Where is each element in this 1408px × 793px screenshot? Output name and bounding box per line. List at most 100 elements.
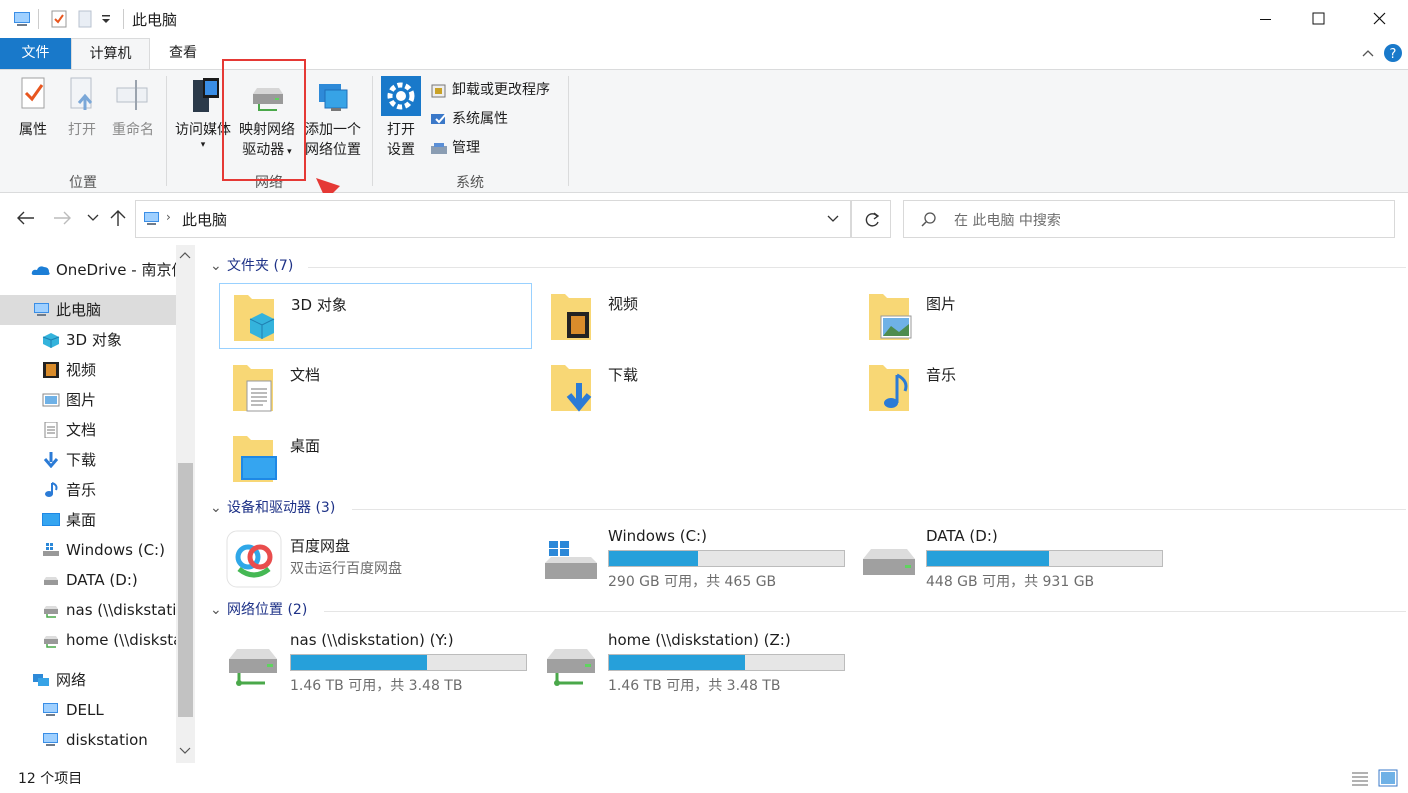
- system-properties-button[interactable]: 系统属性: [430, 109, 508, 129]
- nav-item-network[interactable]: 网络: [0, 665, 176, 695]
- scroll-down-icon[interactable]: [179, 747, 191, 755]
- document-icon: [42, 422, 60, 438]
- folder-tile-downloads[interactable]: 下载: [537, 354, 850, 420]
- drive-d-usage-bar: [926, 550, 1163, 567]
- nav-item-dell[interactable]: DELL: [0, 695, 176, 725]
- home-usage-bar: [608, 654, 845, 671]
- folder-tile-pictures[interactable]: 图片: [855, 283, 1168, 349]
- nav-item-this-pc[interactable]: 此电脑: [0, 295, 176, 325]
- network-drive-icon: [42, 602, 60, 618]
- drive-tile-c[interactable]: Windows (C:) 290 GB 可用，共 465 GB: [537, 525, 850, 597]
- open-settings-button[interactable]: 打开 设置: [378, 76, 424, 160]
- windows-drive-icon: [543, 539, 601, 585]
- section-header-devices[interactable]: ⌄ 设备和驱动器 (3): [210, 498, 335, 518]
- breadcrumb-chevron-icon[interactable]: ›: [166, 210, 171, 224]
- refresh-icon: [863, 211, 881, 229]
- manage-button[interactable]: 管理: [430, 138, 480, 158]
- computer-icon: [42, 702, 60, 718]
- device-tile-baidu-netdisk[interactable]: 百度网盘 双击运行百度网盘: [219, 525, 532, 591]
- search-box[interactable]: 在 此电脑 中搜索: [903, 200, 1395, 238]
- nas-usage-bar: [290, 654, 527, 671]
- nav-item-videos[interactable]: 视频: [0, 355, 176, 385]
- address-pc-icon: [143, 211, 161, 227]
- address-dropdown-icon[interactable]: [826, 214, 840, 224]
- tab-computer[interactable]: 计算机: [71, 38, 150, 71]
- download-arrow-icon: [42, 452, 60, 468]
- tab-view[interactable]: 查看: [152, 38, 214, 70]
- system-properties-icon: [430, 111, 448, 129]
- customize-quick-access-icon[interactable]: [100, 13, 112, 25]
- section-collapse-icon[interactable]: ⌄: [210, 600, 227, 620]
- large-icons-view-icon[interactable]: [1378, 769, 1398, 787]
- nav-item-downloads[interactable]: 下载: [0, 445, 176, 475]
- folder-download-icon: [547, 359, 597, 415]
- music-note-icon: [42, 482, 60, 498]
- section-collapse-icon[interactable]: ⌄: [210, 498, 227, 518]
- nav-item-documents[interactable]: 文档: [0, 415, 176, 445]
- search-icon: [920, 211, 938, 229]
- open-button[interactable]: 打开: [60, 76, 104, 140]
- address-bar[interactable]: › 此电脑: [135, 200, 851, 238]
- nav-item-drive-d[interactable]: DATA (D:): [0, 565, 176, 595]
- drive-tile-d[interactable]: DATA (D:) 448 GB 可用，共 931 GB: [855, 525, 1168, 597]
- nav-item-drive-c[interactable]: Windows (C:): [0, 535, 176, 565]
- nav-item-music[interactable]: 音乐: [0, 475, 176, 505]
- close-button[interactable]: [1352, 0, 1408, 38]
- window-title: 此电脑: [132, 11, 178, 29]
- nav-item-3d-objects[interactable]: 3D 对象: [0, 325, 176, 355]
- 3d-objects-icon: [42, 332, 60, 348]
- folder-desktop-icon: [229, 430, 279, 486]
- section-collapse-icon[interactable]: ⌄: [210, 256, 227, 276]
- nav-item-pictures[interactable]: 图片: [0, 385, 176, 415]
- nav-scrollbar-thumb[interactable]: [178, 463, 193, 717]
- tab-file[interactable]: 文件: [0, 38, 71, 70]
- media-server-icon: [183, 76, 223, 116]
- recent-locations-icon[interactable]: [86, 213, 100, 223]
- forward-icon[interactable]: [52, 210, 74, 226]
- title-bar: 此电脑: [0, 0, 1408, 38]
- rename-button[interactable]: 重命名: [106, 76, 160, 140]
- folder-tile-documents[interactable]: 文档: [219, 354, 532, 420]
- nav-scrollbar[interactable]: [176, 245, 195, 763]
- onedrive-cloud-icon: [31, 262, 50, 278]
- up-icon[interactable]: [108, 208, 128, 228]
- add-network-location-button[interactable]: 添加一个 网络位置: [300, 76, 366, 160]
- network-drive-tile-home[interactable]: home (\\diskstation) (Z:) 1.46 TB 可用，共 3…: [537, 627, 850, 699]
- network-drive-tile-nas[interactable]: nas (\\diskstation) (Y:) 1.46 TB 可用，共 3.…: [219, 627, 532, 699]
- folder-tile-music[interactable]: 音乐: [855, 354, 1168, 420]
- nav-item-onedrive[interactable]: OneDrive - 南京信: [0, 255, 176, 285]
- properties-button[interactable]: 属性: [8, 76, 58, 140]
- details-view-icon[interactable]: [1350, 770, 1370, 786]
- nav-item-diskstation[interactable]: diskstation: [0, 725, 176, 755]
- properties-quick-icon[interactable]: [50, 10, 68, 28]
- section-header-network-locations[interactable]: ⌄ 网络位置 (2): [210, 600, 307, 620]
- refresh-button[interactable]: [851, 200, 891, 238]
- desktop-icon: [42, 512, 60, 528]
- annotation-highlight-box: [222, 59, 306, 181]
- collapse-ribbon-icon[interactable]: [1360, 46, 1376, 60]
- uninstall-programs-button[interactable]: 卸载或更改程序: [430, 80, 550, 100]
- folder-tile-desktop[interactable]: 桌面: [219, 425, 532, 491]
- nav-item-desktop[interactable]: 桌面: [0, 505, 176, 535]
- section-header-folders[interactable]: ⌄ 文件夹 (7): [210, 256, 293, 276]
- new-folder-quick-icon[interactable]: [78, 10, 92, 28]
- settings-gear-icon: [381, 76, 421, 116]
- nav-item-nas[interactable]: nas (\\diskstation: [0, 595, 176, 625]
- computer-icon: [42, 732, 60, 748]
- help-icon[interactable]: ?: [1383, 43, 1403, 63]
- navigation-pane: OneDrive - 南京信 此电脑 3D 对象 视频 图片 文档 下载 音乐 …: [0, 245, 195, 763]
- scroll-up-icon[interactable]: [179, 251, 191, 259]
- open-icon: [65, 76, 99, 112]
- back-icon[interactable]: [14, 210, 36, 226]
- windows-drive-icon: [42, 542, 60, 558]
- minimize-button[interactable]: [1236, 0, 1294, 38]
- maximize-button[interactable]: [1294, 0, 1352, 38]
- rename-icon: [113, 76, 153, 112]
- folder-pictures-icon: [865, 288, 915, 344]
- folder-music-icon: [865, 359, 915, 415]
- hard-drive-icon: [42, 572, 60, 588]
- folder-tile-3d-objects[interactable]: 3D 对象: [219, 283, 532, 349]
- nav-item-home[interactable]: home (\\diskstati: [0, 625, 176, 655]
- folder-tile-videos[interactable]: 视频: [537, 283, 850, 349]
- breadcrumb-current[interactable]: 此电脑: [182, 209, 227, 230]
